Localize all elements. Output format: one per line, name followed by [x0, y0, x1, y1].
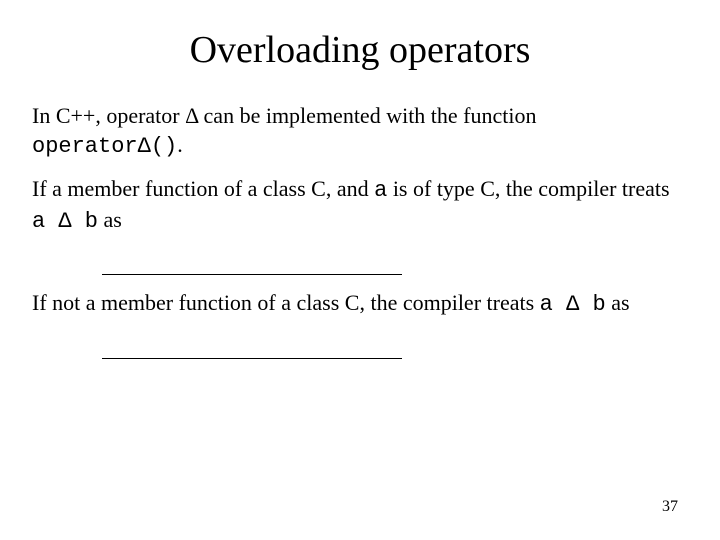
- code-run: operatorΔ(): [32, 134, 177, 159]
- paragraph-member: If a member function of a class C, and a…: [32, 175, 688, 236]
- code-run: a Δ b: [32, 209, 98, 234]
- code-run: a Δ b: [540, 292, 606, 317]
- text-run: If not a member function of a class C, t…: [32, 290, 540, 315]
- slide-title: Overloading operators: [32, 28, 688, 72]
- page-number: 37: [662, 498, 678, 516]
- paragraph-nonmember: If not a member function of a class C, t…: [32, 289, 688, 320]
- text-run: as: [98, 207, 122, 232]
- text-run: If a member function of a class C, and: [32, 176, 374, 201]
- code-run: a: [374, 178, 387, 203]
- text-run: .: [177, 132, 183, 157]
- text-run: is of type C, the compiler treats: [387, 176, 669, 201]
- text-run: as: [606, 290, 630, 315]
- text-run: In C++, operator Δ can be implemented wi…: [32, 103, 537, 128]
- paragraph-intro: In C++, operator Δ can be implemented wi…: [32, 102, 688, 161]
- blank-line-1: [102, 250, 402, 275]
- slide: Overloading operators In C++, operator Δ…: [0, 0, 720, 540]
- blank-line-2: [102, 334, 402, 359]
